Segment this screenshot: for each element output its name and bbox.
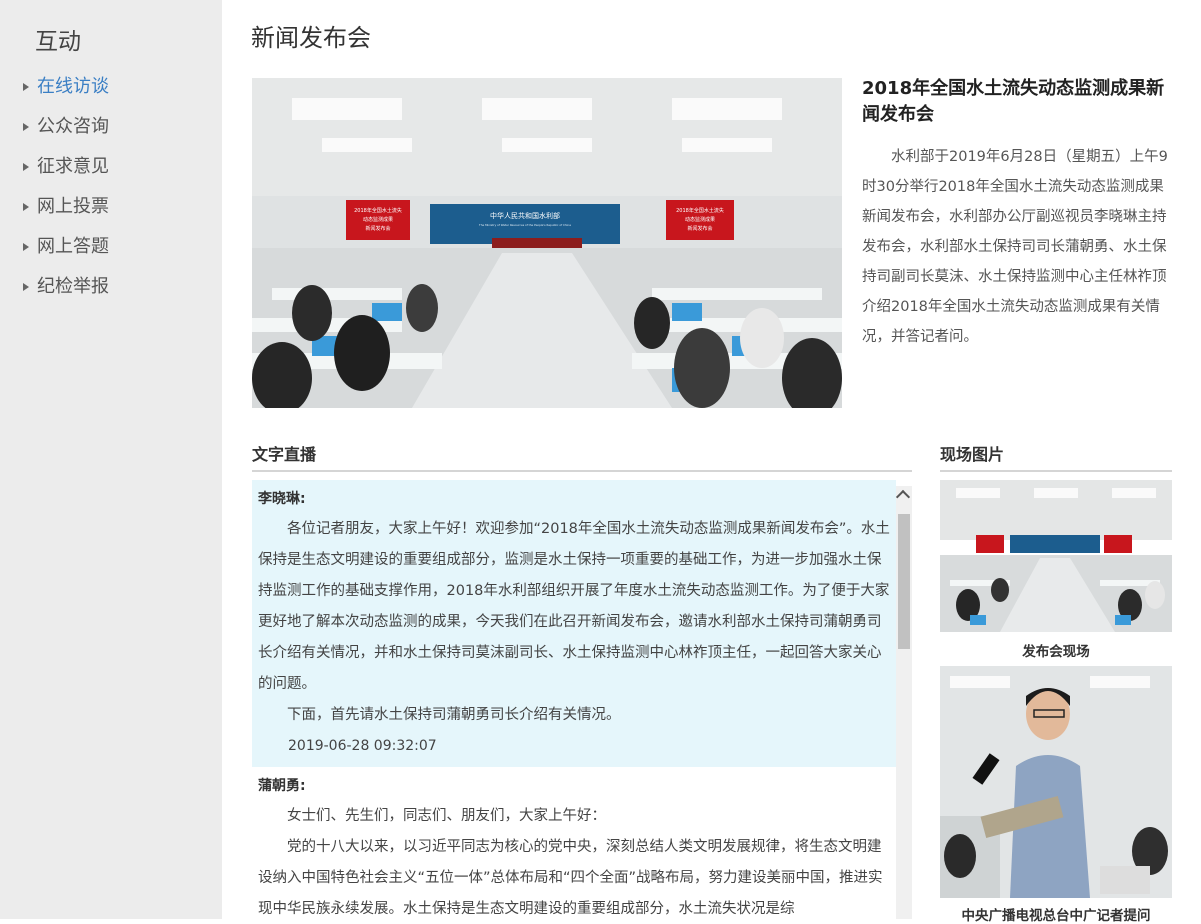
photo-caption[interactable]: 中央广播电视总台中广记者提问 — [940, 904, 1172, 924]
scene-photo-thumbnail[interactable] — [940, 480, 1172, 632]
banner-left-line3: 新闻发布会 — [365, 225, 390, 232]
scrollbar-thumb[interactable] — [898, 514, 910, 649]
news-headline[interactable]: 2018年全国水土流失动态监测成果新闻发布会 — [862, 76, 1172, 128]
sidebar-item-label: 网上答题 — [37, 236, 109, 257]
sidebar-item-label: 征求意见 — [37, 156, 109, 177]
live-paragraph: 各位记者朋友，大家上午好！欢迎参加“2018年全国水土流失动态监测成果新闻发布会… — [258, 521, 890, 692]
sidebar-item-label: 纪检举报 — [37, 276, 109, 297]
sidebar-item-solicit-opinions[interactable]: 征求意见 — [0, 152, 222, 192]
sidebar: 互动 在线访谈 公众咨询 征求意见 网上投票 网上答题 纪检举报 — [0, 0, 222, 919]
banner-left-line2: 动态监测成果 — [363, 216, 393, 223]
speaker-name: 蒲朝勇: — [258, 778, 306, 794]
banner-right-line2: 动态监测成果 — [685, 216, 715, 223]
triangle-right-icon — [23, 83, 29, 91]
sidebar-item-label: 公众咨询 — [37, 116, 109, 137]
live-feed-scrollbar[interactable] — [895, 486, 912, 919]
scroll-up-arrow-icon[interactable] — [895, 489, 911, 505]
triangle-right-icon — [23, 203, 29, 211]
main-content: 新闻发布会 中华人民共和国水利部 The Ministry of Water R… — [222, 0, 1201, 924]
live-text-feed[interactable]: 李晓琳: 各位记者朋友，大家上午好！欢迎参加“2018年全国水土流失动态监测成果… — [252, 480, 896, 919]
sidebar-item-label: 网上投票 — [37, 196, 109, 217]
scene-photos-heading: 现场图片 — [940, 441, 1172, 472]
scene-photo-thumbnail[interactable] — [940, 666, 1172, 898]
banner-right-line3: 新闻发布会 — [687, 225, 712, 232]
banner-left-line1: 2018年全国水土流失 — [354, 207, 402, 214]
sidebar-title: 互动 — [35, 29, 81, 55]
banner-center-title: 中华人民共和国水利部 — [490, 211, 560, 220]
sidebar-nav: 在线访谈 公众咨询 征求意见 网上投票 网上答题 纪检举报 — [0, 72, 222, 312]
live-paragraph: 下面，首先请水土保持司蒲朝勇司长介绍有关情况。 — [287, 707, 621, 723]
banner-center-subtitle: The Ministry of Water Resources of the P… — [478, 223, 571, 227]
hero-photo-illustration: 中华人民共和国水利部 The Ministry of Water Resourc… — [252, 78, 842, 408]
live-entry: 李晓琳: 各位记者朋友，大家上午好！欢迎参加“2018年全国水土流失动态监测成果… — [252, 480, 896, 767]
speaker-name: 李晓琳: — [258, 491, 306, 507]
sidebar-item-label: 在线访谈 — [37, 76, 109, 97]
banner-right-line1: 2018年全国水土流失 — [676, 207, 724, 214]
sidebar-item-discipline-report[interactable]: 纪检举报 — [0, 272, 222, 312]
live-entry: 蒲朝勇: 女士们、先生们，同志们、朋友们，大家上午好： 党的十八大以来，以习近平… — [252, 767, 896, 919]
sidebar-item-public-inquiry[interactable]: 公众咨询 — [0, 112, 222, 152]
live-paragraph: 党的十八大以来，以习近平同志为核心的党中央，深刻总结人类文明发展规律，将生态文明… — [258, 839, 883, 917]
hero-photo[interactable]: 中华人民共和国水利部 The Ministry of Water Resourc… — [252, 78, 842, 408]
sidebar-item-online-voting[interactable]: 网上投票 — [0, 192, 222, 232]
triangle-right-icon — [23, 123, 29, 131]
photo-caption[interactable]: 发布会现场 — [940, 640, 1172, 660]
triangle-right-icon — [23, 283, 29, 291]
reporter-photo-illustration — [940, 666, 1172, 898]
triangle-right-icon — [23, 163, 29, 171]
live-paragraph: 女士们、先生们，同志们、朋友们，大家上午好： — [287, 808, 606, 824]
page-title: 新闻发布会 — [251, 24, 371, 52]
live-text-heading: 文字直播 — [252, 441, 912, 472]
sidebar-item-online-quiz[interactable]: 网上答题 — [0, 232, 222, 272]
entry-timestamp: 2019-06-28 09:32:07 — [288, 738, 437, 754]
scene-photo-illustration — [940, 480, 1172, 632]
triangle-right-icon — [23, 243, 29, 251]
sidebar-item-online-interview[interactable]: 在线访谈 — [0, 72, 222, 112]
news-summary: 水利部于2019年6月28日（星期五）上午9时30分举行2018年全国水土流失动… — [862, 149, 1168, 345]
